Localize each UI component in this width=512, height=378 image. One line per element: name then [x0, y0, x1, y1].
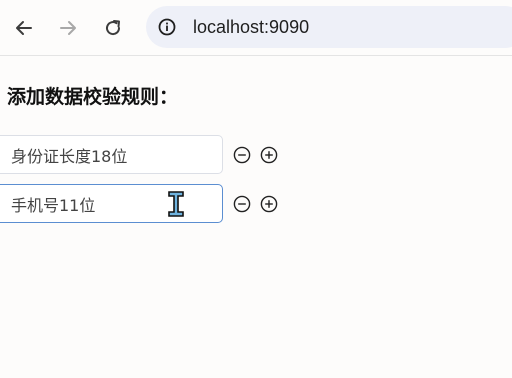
- back-button[interactable]: [10, 14, 38, 42]
- browser-toolbar: localhost:9090: [0, 0, 512, 56]
- arrow-right-icon: [60, 21, 76, 35]
- info-circle-icon[interactable]: [158, 18, 176, 36]
- rule-row: [0, 184, 300, 224]
- minus-circle-icon[interactable]: [233, 195, 251, 213]
- plus-circle-icon[interactable]: [260, 146, 278, 164]
- reload-button[interactable]: [99, 14, 127, 42]
- plus-circle-icon[interactable]: [260, 195, 278, 213]
- rule-row: [0, 135, 300, 175]
- page-content: 添加数据校验规则：: [0, 57, 512, 378]
- minus-circle-icon[interactable]: [233, 146, 251, 164]
- forward-button[interactable]: [54, 14, 82, 42]
- page-title: 添加数据校验规则：: [7, 86, 179, 108]
- reload-icon: [106, 20, 121, 36]
- rule-input[interactable]: [0, 135, 223, 174]
- text-cursor-icon: [168, 191, 184, 217]
- arrow-left-icon: [16, 21, 32, 35]
- rule-input[interactable]: [0, 184, 223, 223]
- address-bar[interactable]: localhost:9090: [146, 6, 512, 48]
- url-text[interactable]: localhost:9090: [193, 16, 309, 38]
